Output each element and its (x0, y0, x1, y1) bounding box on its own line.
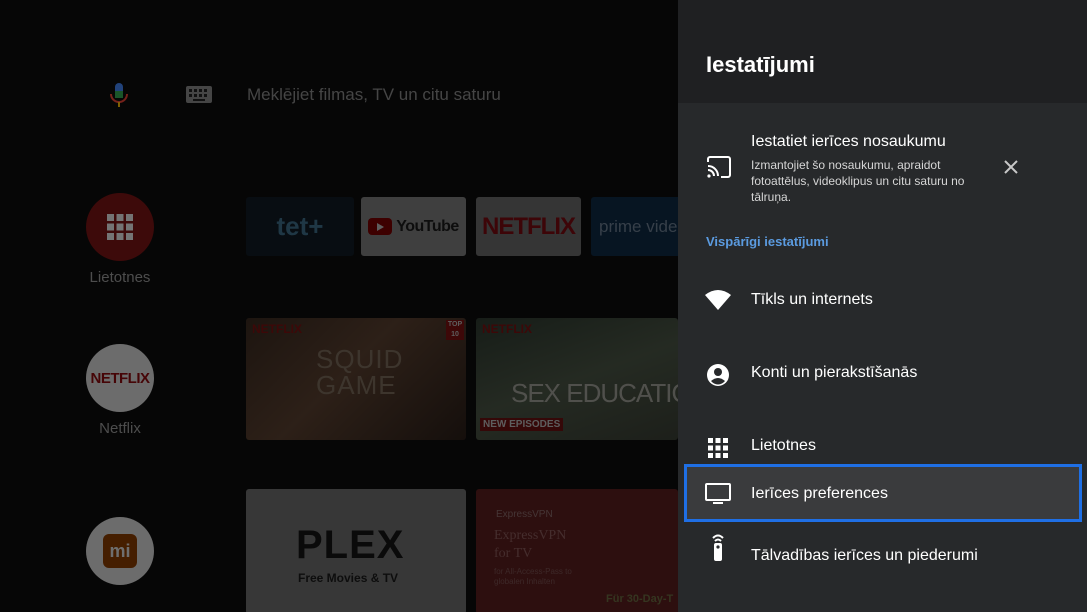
suggestion-title: Iestatiet ierīces nosaukumu (751, 133, 946, 150)
apps-label: Lietotnes (89, 269, 151, 286)
settings-panel: Iestatījumi Iestatiet ierīces nosaukumu … (678, 0, 1087, 612)
app-tile-netflix[interactable]: NETFLIX (476, 197, 581, 256)
settings-header: Iestatījumi (678, 0, 1087, 103)
mi-app-button[interactable]: mi (86, 517, 154, 585)
plex-logo: PLEX (296, 523, 405, 567)
remote-icon (704, 532, 732, 562)
expressvpn-title: ExpressVPN for TV (494, 528, 567, 561)
keyboard-icon[interactable] (184, 84, 214, 106)
expressvpn-logo: ExpressVPN (496, 509, 553, 520)
menu-item-label: Lietotnes (751, 437, 816, 454)
app-tile-prime-video[interactable]: prime video (591, 197, 678, 256)
apps-grid-icon (107, 214, 133, 240)
apps-button[interactable] (86, 193, 154, 261)
tv-icon (704, 482, 732, 506)
menu-item-label: Konti un pierakstīšanās (751, 364, 918, 381)
netflix-logo: NETFLIX (90, 369, 151, 387)
card-squid-game[interactable]: NETFLIX TOP 10 SQUID GAME (246, 318, 466, 440)
account-circle-icon (704, 363, 732, 387)
cast-icon (706, 155, 732, 179)
menu-item-remotes[interactable]: Tālvadības ierīces un piederumi (684, 528, 1082, 584)
youtube-label: YouTube (396, 217, 459, 235)
menu-item-device-preferences[interactable]: Ierīces preferences (684, 464, 1082, 522)
card-plex[interactable]: PLEX Free Movies & TV (246, 489, 466, 612)
new-episodes-tag: NEW EPISODES (480, 418, 564, 431)
app-tile-tet[interactable]: tet+ (246, 197, 354, 256)
mi-logo: mi (103, 534, 137, 568)
menu-item-accounts[interactable]: Konti un pierakstīšanās (684, 345, 1082, 401)
card-sex-education[interactable]: NETFLIX SEX EDUCATION NEW EPISODES (476, 318, 678, 440)
netflix-label: Netflix (99, 420, 141, 437)
plex-subtitle: Free Movies & TV (298, 571, 399, 585)
prime-video-wordmark: prime video (599, 216, 678, 236)
menu-item-network[interactable]: Tīkls un internets (684, 272, 1082, 328)
section-general-settings: Vispārīgi iestatījumi (706, 234, 829, 249)
card-title: SEX EDUCATION (511, 378, 678, 408)
card-brand: NETFLIX (482, 322, 532, 336)
mic-icon[interactable] (104, 80, 134, 110)
expressvpn-footer: Für 30-Day-T (606, 593, 674, 605)
home-screen: Meklējiet filmas, TV un citu saturu Liet… (0, 0, 678, 612)
menu-item-label: Tīkls un internets (751, 291, 873, 308)
netflix-app-button[interactable]: NETFLIX (86, 344, 154, 412)
netflix-wordmark: NETFLIX (482, 212, 576, 240)
card-title: SQUID GAME (316, 344, 404, 400)
menu-item-label: Ierīces preferences (751, 485, 888, 502)
page-title: Iestatījumi (706, 52, 815, 77)
apps-grid-icon (704, 436, 732, 460)
suggestion-description: Izmantojiet šo nosaukumu, apraidot fotoa… (751, 158, 965, 204)
tet-logo: tet+ (276, 211, 324, 241)
app-tile-youtube[interactable]: YouTube (361, 197, 466, 256)
expressvpn-subtitle: for All-Access-Pass to globalen Inhalten (494, 567, 572, 586)
search-input[interactable]: Meklējiet filmas, TV un citu saturu (247, 85, 501, 105)
card-brand: NETFLIX (252, 322, 302, 336)
menu-item-label: Tālvadības ierīces un piederumi (751, 547, 978, 564)
wifi-icon (704, 288, 732, 312)
card-expressvpn[interactable]: ExpressVPN ExpressVPN for TV for All-Acc… (476, 489, 678, 612)
close-icon[interactable] (1002, 158, 1020, 176)
top10-badge: TOP 10 (446, 320, 464, 340)
youtube-play-icon (368, 218, 393, 235)
